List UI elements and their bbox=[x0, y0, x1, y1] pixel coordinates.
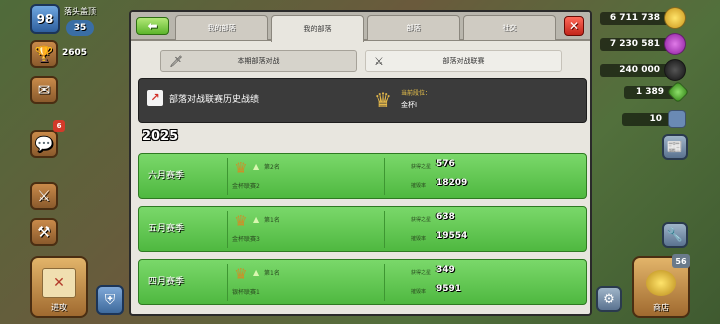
stars-value: 349 bbox=[436, 265, 455, 275]
destruction-label: 摧毁率 bbox=[411, 289, 427, 295]
league-name: 金杯联赛3 bbox=[232, 236, 260, 243]
mail-icon[interactable]: ✉ bbox=[30, 76, 58, 104]
dark-elixir-resource: 240 000 bbox=[600, 59, 686, 81]
subtab-war-league-label: 部落对战联赛 bbox=[442, 57, 485, 65]
stars-label: 获得之星 bbox=[411, 217, 432, 223]
league-trophy-icon: ♛ bbox=[234, 212, 248, 230]
promotion-arrow-icon: ▲ bbox=[253, 268, 260, 277]
tab-bar: ⬅ 我的部落 我的部落 部落 社交 ✕ bbox=[131, 12, 590, 42]
shield-icon[interactable]: ⛨ bbox=[96, 285, 124, 315]
tab-my-clan-2[interactable]: 我的部落 bbox=[271, 15, 364, 42]
crossed-swords-icon[interactable]: ⚔ bbox=[30, 182, 58, 210]
stars-label: 获得之星 bbox=[411, 164, 432, 170]
elixir-amount: 7 230 581 bbox=[600, 37, 674, 51]
destruction-label: 摧毁率 bbox=[411, 183, 427, 189]
chat-icon[interactable]: 💬 bbox=[30, 130, 58, 158]
shop-label: 商店 bbox=[653, 303, 669, 312]
tab-clans[interactable]: 部落 bbox=[367, 15, 460, 40]
elixir-drop-icon bbox=[664, 33, 686, 55]
elixir-resource: 7 230 581 bbox=[600, 33, 686, 55]
tab-social[interactable]: 社交 bbox=[463, 15, 556, 40]
season-name: 五月赛季 bbox=[148, 224, 185, 234]
league-name: 银杯联赛1 bbox=[232, 289, 260, 296]
divider bbox=[384, 211, 385, 248]
coins-icon bbox=[646, 270, 676, 296]
subtab-current-war[interactable]: 🗡 本期部落对战 bbox=[160, 50, 357, 72]
settings-gear-icon[interactable]: ⚙ bbox=[596, 286, 622, 312]
league-name: 金杯联赛2 bbox=[232, 183, 260, 190]
league-trophy-icon: ♛ bbox=[234, 265, 248, 283]
season-row[interactable]: 四月赛季 ♛ ▲ 第1名 银杯联赛1 获得之星 349 摧毁率 9591 bbox=[138, 259, 587, 305]
sword-icon: 🗡 bbox=[169, 55, 183, 68]
stars-value: 576 bbox=[436, 159, 455, 169]
gold-resource: 6 711 738 bbox=[600, 7, 686, 29]
book-icon bbox=[668, 110, 686, 128]
trophy-icon[interactable]: 🏆 bbox=[30, 40, 58, 68]
divider bbox=[227, 211, 228, 248]
trophy-badge: 35 bbox=[66, 20, 94, 36]
close-button[interactable]: ✕ bbox=[564, 16, 584, 36]
rank-text: 第1名 bbox=[264, 270, 280, 277]
shop-badge: 56 bbox=[672, 254, 690, 268]
chat-notification-badge: 6 bbox=[53, 120, 65, 132]
map-icon: ✕ bbox=[42, 268, 76, 298]
destruction-value: 18209 bbox=[436, 178, 468, 188]
destruction-value: 19554 bbox=[436, 231, 468, 241]
builder-count[interactable]: 10 bbox=[622, 110, 686, 128]
current-league-label: 当前段位： bbox=[401, 90, 432, 97]
league-icon: ⚔ bbox=[374, 55, 384, 68]
current-league-value: 金杯I bbox=[401, 101, 418, 109]
back-button[interactable]: ⬅ bbox=[136, 17, 169, 35]
news-icon[interactable]: 📰 bbox=[662, 134, 688, 160]
league-trophy-icon: ♛ bbox=[234, 159, 248, 177]
divider bbox=[384, 264, 385, 301]
tab-my-clan-1[interactable]: 我的部落 bbox=[175, 15, 268, 40]
chart-icon: ↗ bbox=[147, 90, 163, 106]
player-name: 落头盖顶 bbox=[64, 7, 96, 16]
trophy-count: 2605 bbox=[62, 48, 88, 58]
destruction-label: 摧毁率 bbox=[411, 236, 427, 242]
season-name: 六月赛季 bbox=[148, 171, 185, 181]
stars-value: 638 bbox=[436, 212, 455, 222]
clan-war-league-history-modal: ⬅ 我的部落 我的部落 部落 社交 ✕ 🗡 本期部落对战 ⚔ 部落对战联赛 ↗ … bbox=[129, 10, 592, 316]
subtab-war-league[interactable]: ⚔ 部落对战联赛 bbox=[365, 50, 562, 72]
gold-amount: 6 711 738 bbox=[600, 11, 674, 25]
season-row[interactable]: 五月赛季 ♛ ▲ 第1名 金杯联赛3 获得之星 638 摧毁率 19554 bbox=[138, 206, 587, 252]
divider bbox=[384, 158, 385, 195]
gem-icon bbox=[666, 80, 690, 104]
gold-coin-icon bbox=[664, 7, 686, 29]
dark-elixir-icon bbox=[664, 59, 686, 81]
attack-button[interactable]: ✕ 进攻 bbox=[30, 256, 88, 318]
promotion-arrow-icon: ▲ bbox=[253, 162, 260, 171]
attack-label: 进攻 bbox=[51, 303, 67, 312]
stars-label: 获得之星 bbox=[411, 270, 432, 276]
season-name: 四月赛季 bbox=[148, 277, 185, 287]
promotion-arrow-icon: ▲ bbox=[253, 215, 260, 224]
divider bbox=[227, 158, 228, 195]
gem-resource[interactable]: 1 389 bbox=[624, 80, 690, 104]
year-heading: 2025 bbox=[142, 129, 179, 144]
divider bbox=[227, 264, 228, 301]
history-banner: ↗ 部落对战联赛历史战绩 ♛ 当前段位： 金杯I bbox=[138, 78, 587, 123]
builder-icon[interactable]: ⚒ bbox=[30, 218, 58, 246]
rank-text: 第2名 bbox=[264, 164, 280, 171]
xp-level-badge[interactable]: 98 bbox=[30, 4, 60, 34]
edit-layout-icon[interactable]: 🔧 bbox=[662, 222, 688, 248]
gold-league-icon: ♛ bbox=[374, 88, 392, 112]
rank-text: 第1名 bbox=[264, 217, 280, 224]
dark-elixir-amount: 240 000 bbox=[600, 63, 674, 77]
season-row[interactable]: 六月赛季 ♛ ▲ 第2名 金杯联赛2 获得之星 576 摧毁率 18209 bbox=[138, 153, 587, 199]
history-title: 部落对战联赛历史战绩 bbox=[169, 95, 260, 105]
subtab-current-war-label: 本期部落对战 bbox=[237, 57, 280, 65]
destruction-value: 9591 bbox=[436, 284, 462, 294]
